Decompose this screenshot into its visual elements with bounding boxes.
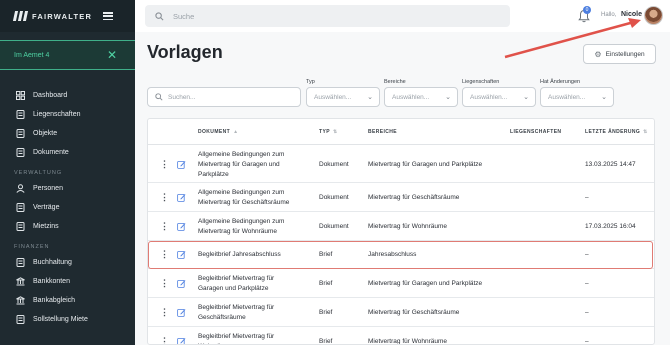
- arrow-shaft: [504, 20, 635, 59]
- annotation-arrow: [504, 18, 641, 59]
